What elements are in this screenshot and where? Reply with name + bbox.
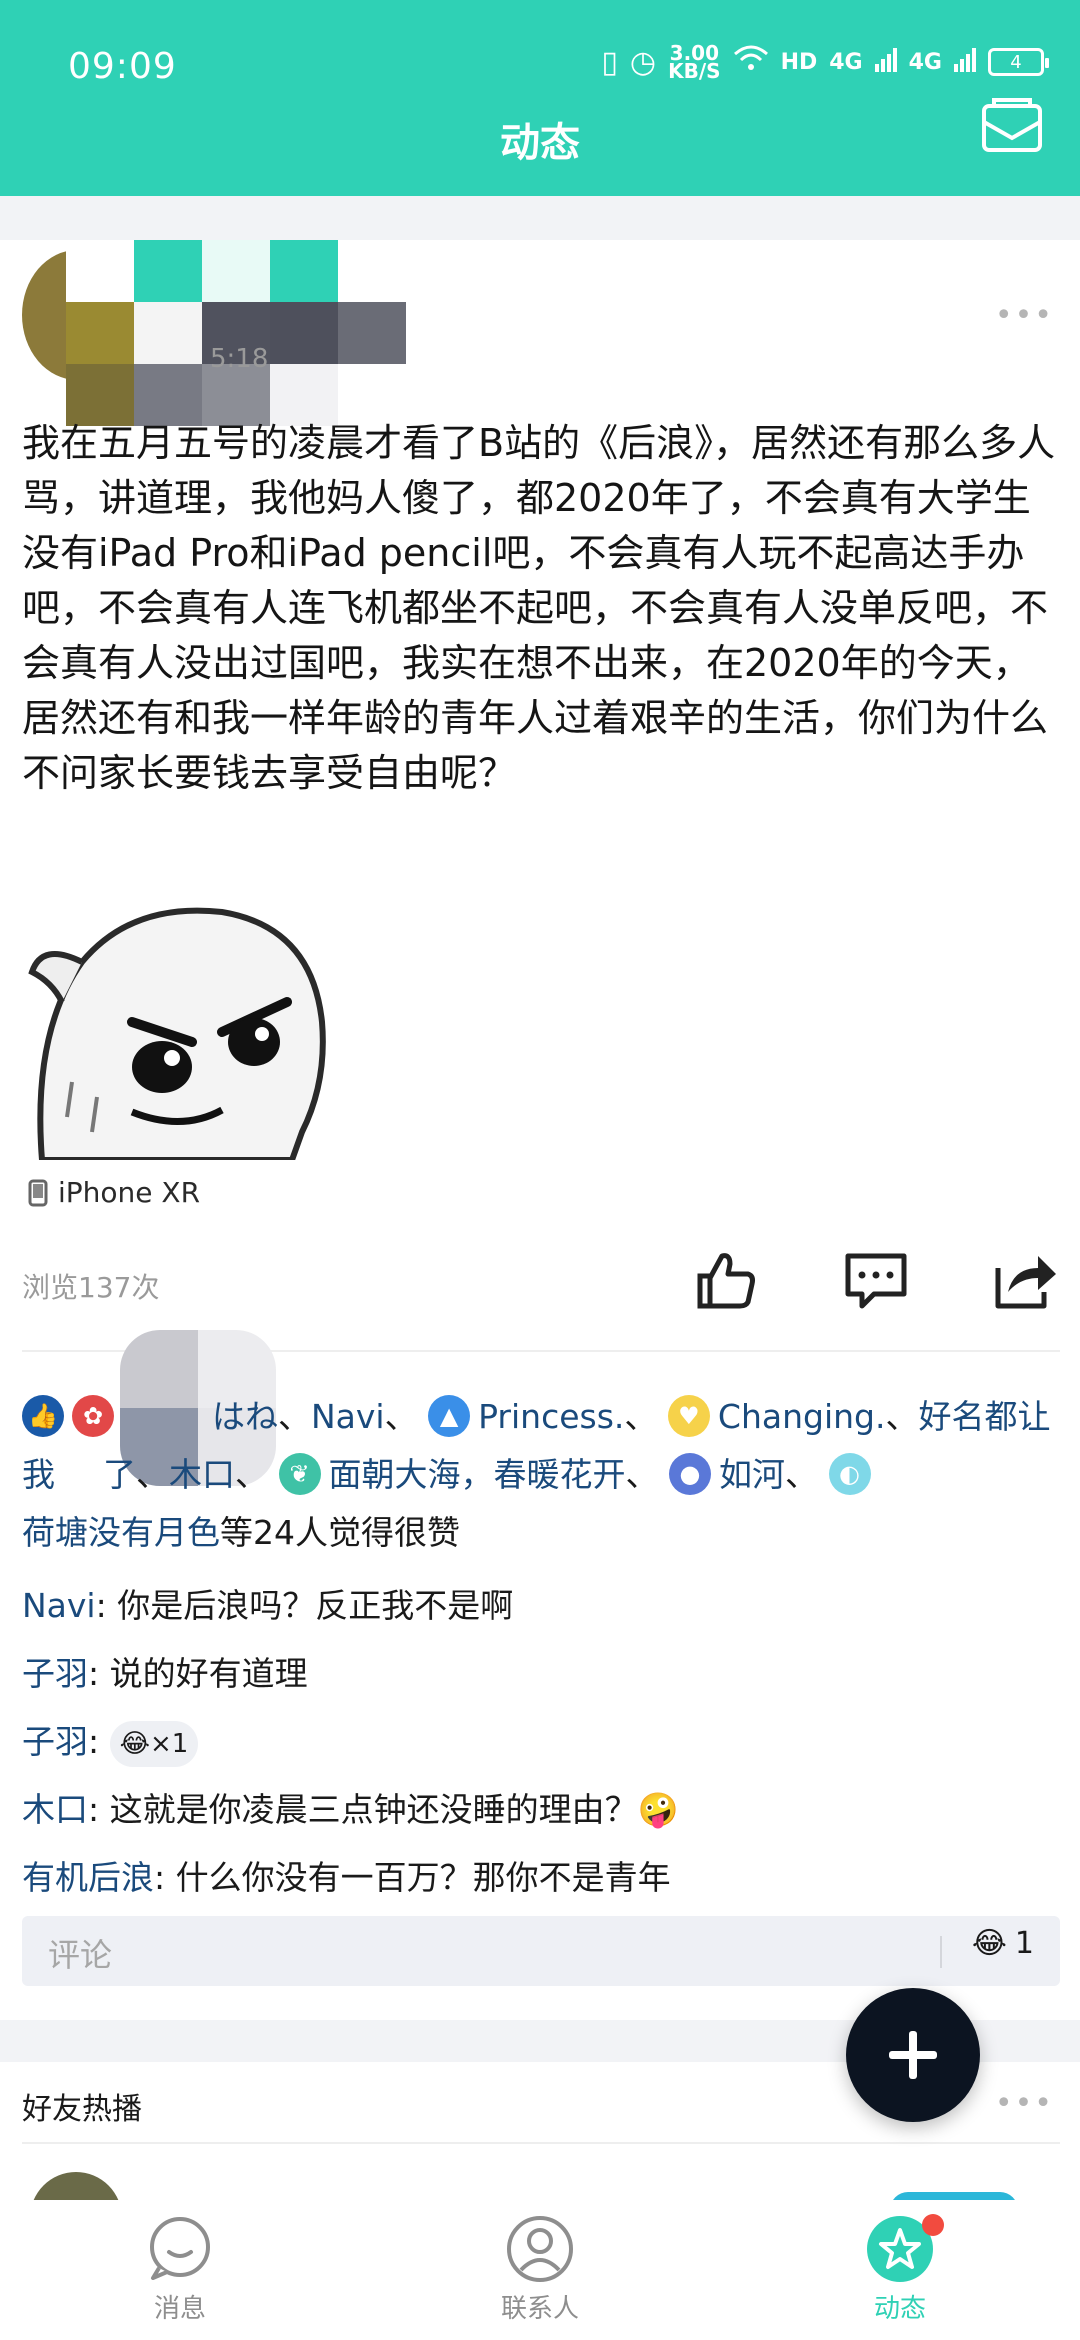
wifi-icon: [733, 44, 769, 80]
page-title: 动态: [500, 120, 580, 166]
device-tag: iPhone XR: [28, 1176, 200, 1209]
liker-avatar[interactable]: ✿: [72, 1394, 114, 1437]
comment-row[interactable]: Navi: 你是后浪吗？反正我不是啊: [22, 1572, 1062, 1640]
post-image-sticker[interactable]: [22, 882, 332, 1163]
nav-feed[interactable]: 动态: [800, 2214, 1000, 2325]
liker-avatar[interactable]: ♥: [667, 1394, 710, 1437]
comment-placeholder: 评论: [48, 1936, 113, 1974]
liker-name[interactable]: Changing.: [718, 1397, 886, 1436]
liker-name[interactable]: 荷塘没有月色: [22, 1513, 220, 1552]
phone-icon: [28, 1179, 48, 1206]
post-content: 我在五月五号的凌晨才看了B站的《后浪》，居然还有那么多人骂，讲道理，我他妈人傻了…: [22, 421, 1056, 795]
post-header: 5:18 •••: [0, 240, 1080, 426]
signal-icon-1: [874, 45, 897, 80]
section-gap: [0, 196, 1080, 240]
sticker-emoji-icon: 🤪: [637, 1790, 679, 1829]
post-time: 5:18: [210, 344, 269, 374]
mail-icon: [982, 98, 1042, 152]
liker-avatar[interactable]: ◐: [828, 1452, 871, 1495]
status-time: 09:09: [68, 46, 177, 87]
hd-indicator: HD: [780, 49, 818, 75]
laughing-emoji-icon: 😂: [971, 1926, 1007, 1961]
divider: [22, 2142, 1060, 2144]
comment-text: 说的好有道理: [109, 1654, 308, 1693]
post-more-button[interactable]: •••: [995, 298, 1054, 333]
comment-bubble-icon: [845, 1253, 907, 1309]
chat-bubble-icon: [150, 2217, 210, 2280]
emoji-reaction-button[interactable]: 😂 1: [972, 1926, 1034, 1961]
comment-author[interactable]: 子羽: [22, 1722, 88, 1761]
comment-row[interactable]: 木口: 这就是你凌晨三点钟还没睡的理由？🤪: [22, 1776, 1062, 1844]
thumbs-up-icon: [697, 1253, 755, 1309]
notification-dot: [922, 2214, 944, 2236]
username-blurred[interactable]: [66, 240, 406, 426]
share-button[interactable]: [994, 1248, 1064, 1318]
nav-label: 联系人: [500, 2294, 579, 2324]
comment-input[interactable]: 评论 😂 1: [22, 1916, 1060, 1986]
liker-name[interactable]: 面朝大海，春暖花开: [329, 1455, 626, 1494]
friends-feed-more-button[interactable]: •••: [995, 2086, 1054, 2121]
comment-author[interactable]: Navi: [22, 1586, 96, 1625]
comments-list: Navi: 你是后浪吗？反正我不是啊 子羽: 说的好有道理 子羽: 😂×1 木口…: [22, 1572, 1062, 1912]
like-button[interactable]: [694, 1248, 764, 1318]
divider: [940, 1936, 942, 1968]
signal-icon-2: [954, 45, 976, 80]
nav-messages[interactable]: 消息: [80, 2214, 280, 2325]
liker-avatar[interactable]: ▲: [428, 1394, 471, 1437]
liker-avatar[interactable]: ●: [669, 1452, 711, 1495]
alarm-icon: ◷: [629, 44, 657, 80]
liker-name[interactable]: はね: [212, 1397, 278, 1436]
battery-icon: 4: [988, 48, 1049, 76]
comment-text: 你是后浪吗？反正我不是啊: [117, 1586, 514, 1625]
comment-text: 这就是你凌晨三点钟还没睡的理由？: [109, 1790, 638, 1829]
liker-name[interactable]: 好: [918, 1397, 951, 1436]
comment-author[interactable]: 木口: [22, 1790, 88, 1829]
likes-list: 👍 ✿ はね、Navi、 ▲ Princess.、 ♥ Changing.、好名都让我了…: [22, 1388, 1062, 1562]
laughing-emoji-icon: 😂: [119, 1728, 150, 1759]
vibrate-icon: ▯: [601, 44, 618, 80]
nav-label: 动态: [873, 2294, 926, 2324]
reaction-chip[interactable]: 😂×1: [109, 1720, 199, 1767]
comment-button[interactable]: [844, 1248, 914, 1318]
liker-avatar[interactable]: ❦: [278, 1452, 321, 1495]
friends-feed-title: 好友热播: [22, 2092, 142, 2127]
liker-name[interactable]: 如河: [719, 1455, 785, 1494]
status-icons: ▯ ◷ 3.00 KB/S HD 4G 4G 4: [601, 41, 1049, 83]
nav-label: 消息: [153, 2294, 206, 2324]
liker-name[interactable]: Navi: [311, 1397, 385, 1436]
liker-name[interactable]: Princess.: [478, 1397, 624, 1436]
comment-row[interactable]: 子羽: 😂×1: [22, 1708, 1062, 1776]
liker-name[interactable]: 木口: [169, 1455, 235, 1494]
create-post-button[interactable]: [846, 1988, 980, 2122]
bottom-nav: 消息 联系人 动态: [0, 2200, 1080, 2340]
share-icon: [995, 1256, 1056, 1309]
comment-row[interactable]: 有机后浪: 什么你没有一百万？那你不是青年: [22, 1844, 1062, 1912]
liker-name[interactable]: 了: [103, 1455, 136, 1494]
contact-person-icon: [507, 2216, 573, 2282]
likes-summary: 等24人觉得很赞: [220, 1513, 460, 1552]
device-label: iPhone XR: [58, 1176, 201, 1209]
mail-button[interactable]: [980, 96, 1044, 156]
comment-text: 什么你没有一百万？那你不是青年: [175, 1858, 671, 1897]
network-type-1: 4G: [829, 49, 863, 75]
app-header: 09:09 ▯ ◷ 3.00 KB/S HD 4G 4G 4 动态: [0, 0, 1080, 196]
comment-author[interactable]: 有机后浪: [22, 1858, 154, 1897]
nav-contacts[interactable]: 联系人: [440, 2214, 640, 2325]
view-count: 浏览137次: [22, 1271, 160, 1304]
comment-row[interactable]: 子羽: 说的好有道理: [22, 1640, 1062, 1708]
network-speed: 3.00 KB/S: [668, 41, 721, 83]
comment-author[interactable]: 子羽: [22, 1654, 88, 1693]
plus-icon: [889, 2031, 937, 2079]
thumbs-up-small-icon: 👍: [22, 1394, 64, 1437]
network-type-2: 4G: [908, 49, 942, 75]
